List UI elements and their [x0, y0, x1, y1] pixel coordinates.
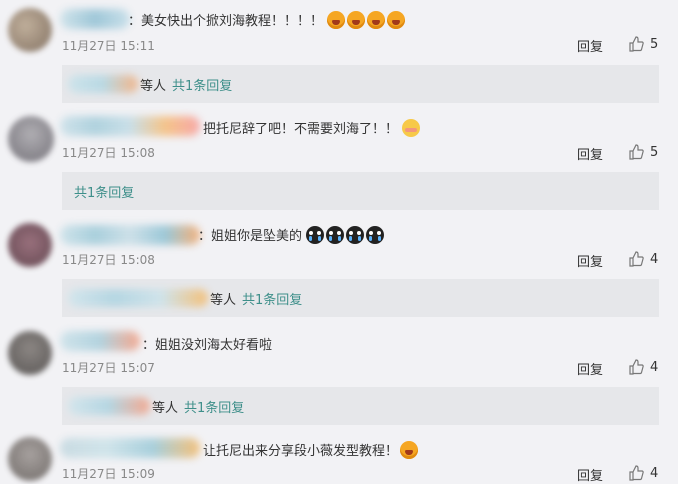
angry-emoji-icon — [387, 10, 406, 29]
timestamp: 11月27日 15:09 — [62, 467, 155, 481]
like-count: 5 — [650, 144, 659, 160]
comment-body: ：姐姐你是坠美的 — [198, 229, 303, 244]
username-blurred[interactable] — [60, 225, 200, 245]
angry-emoji-icon — [400, 440, 419, 459]
comment-text: ：美女快出个掀刘海教程！！！！ — [128, 10, 406, 29]
sub-reply-users-blurred[interactable] — [68, 289, 208, 307]
crying-emoji-icon — [306, 225, 325, 244]
like-button[interactable]: 5 — [628, 144, 658, 160]
reply-count-link[interactable]: 共1条回复 — [74, 182, 134, 201]
like-count: 4 — [650, 359, 659, 375]
comment-text: 让托尼出来分享段小薇发型教程！ — [203, 440, 419, 459]
shy-emoji-icon — [402, 118, 421, 137]
like-count: 4 — [650, 465, 659, 481]
thumbs-up-icon — [629, 144, 644, 160]
angry-emoji-icon — [347, 10, 366, 29]
sub-reply-users-blurred[interactable] — [68, 75, 138, 93]
avatar[interactable] — [8, 8, 52, 52]
like-button[interactable]: 5 — [628, 36, 658, 52]
reply-count-link[interactable]: 共1条回复 — [172, 75, 232, 94]
crying-emoji-icon — [346, 225, 365, 244]
username-blurred[interactable] — [60, 331, 140, 351]
sub-reply-box: 等人 共1条回复 — [62, 65, 659, 103]
like-count: 4 — [650, 251, 659, 267]
username-blurred[interactable] — [60, 9, 130, 29]
avatar[interactable] — [8, 116, 54, 162]
reply-count-link[interactable]: 共1条回复 — [184, 397, 244, 416]
sub-reply-others: 等人 — [140, 78, 167, 94]
comment-body: 把托尼辞了吧！不需要刘海了！！ — [203, 122, 399, 137]
crying-emoji-icon — [366, 225, 385, 244]
like-button[interactable]: 4 — [628, 359, 658, 375]
sub-reply-box: 共1条回复 — [62, 172, 659, 210]
comment-body: ：美女快出个掀刘海教程！！！！ — [128, 14, 324, 29]
crying-emoji-icon — [326, 225, 345, 244]
angry-emoji-icon — [327, 10, 346, 29]
avatar[interactable] — [8, 223, 52, 267]
like-button[interactable]: 4 — [628, 465, 658, 481]
reply-button[interactable]: 回复 — [577, 144, 603, 163]
reply-button[interactable]: 回复 — [577, 359, 603, 378]
username-blurred[interactable] — [60, 438, 200, 458]
timestamp: 11月27日 15:08 — [62, 253, 155, 267]
comment-body: 让托尼出来分享段小薇发型教程！ — [203, 444, 399, 459]
comment-body: ：姐姐没刘海太好看啦 — [142, 338, 273, 353]
like-count: 5 — [650, 36, 659, 52]
comment-text: 把托尼辞了吧！不需要刘海了！！ — [203, 118, 421, 137]
sub-reply-others: 等人 — [152, 400, 179, 416]
sub-reply-users-blurred[interactable] — [68, 397, 150, 415]
thumbs-up-icon — [629, 359, 644, 375]
reply-count-link[interactable]: 共1条回复 — [242, 289, 302, 308]
reply-button[interactable]: 回复 — [577, 465, 603, 484]
reply-button[interactable]: 回复 — [577, 36, 603, 55]
avatar[interactable] — [8, 331, 52, 375]
comment-text: ：姐姐你是坠美的 — [198, 225, 385, 244]
timestamp: 11月27日 15:11 — [62, 39, 155, 53]
thumbs-up-icon — [629, 465, 644, 481]
angry-emoji-icon — [367, 10, 386, 29]
comment-text: ：姐姐没刘海太好看啦 — [142, 334, 272, 353]
avatar[interactable] — [8, 437, 52, 481]
like-button[interactable]: 4 — [628, 251, 658, 267]
sub-reply-others: 等人 — [210, 292, 237, 308]
reply-button[interactable]: 回复 — [577, 251, 603, 270]
thumbs-up-icon — [629, 36, 644, 52]
sub-reply-box: 等人 共1条回复 — [62, 279, 659, 317]
username-blurred[interactable] — [60, 116, 200, 136]
timestamp: 11月27日 15:08 — [62, 146, 155, 160]
thumbs-up-icon — [629, 251, 644, 267]
sub-reply-box: 等人 共1条回复 — [62, 387, 659, 425]
timestamp: 11月27日 15:07 — [62, 361, 155, 375]
